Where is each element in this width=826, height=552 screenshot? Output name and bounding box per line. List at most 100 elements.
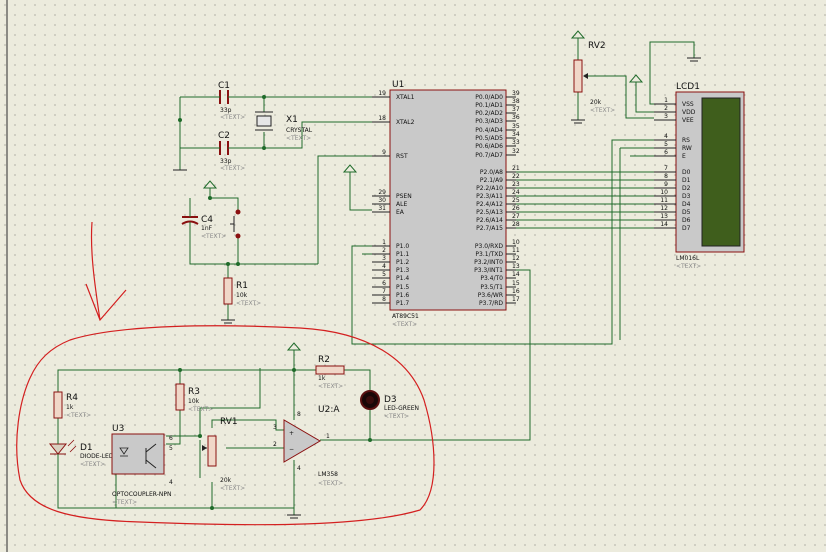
r1-ref: R1 (236, 281, 248, 291)
u1-pin-name: P0.1/AD1 (475, 102, 503, 109)
lcd-screen (701, 97, 741, 247)
u3-ref: U3 (112, 424, 124, 434)
u1-pin-name: XTAL2 (396, 119, 415, 126)
lcd-pin-number: 8 (664, 173, 668, 180)
u1-pin-name: EA (396, 209, 405, 216)
u1-pin-number: 14 (512, 271, 520, 278)
lcd-pin-name: D0 (682, 169, 691, 176)
lcd-pin-number: 6 (664, 149, 668, 156)
d3-text: <TEXT> (384, 413, 409, 420)
c4-text: <TEXT> (201, 233, 226, 240)
d1-ref: D1 (80, 443, 93, 453)
u1-pin-number: 23 (512, 181, 520, 188)
u1-right-pins: 39 P0.0/AD0 38 P0.1/AD1 37 P0.2/AD2 36 P0.3/AD3… (474, 90, 520, 307)
u1-pin-number: 38 (512, 98, 520, 105)
c2-ref: C2 (218, 131, 230, 141)
u2-pin-label: 4 (297, 465, 301, 472)
u1-pin-number: 21 (512, 165, 520, 172)
r1-value: 10k (236, 292, 248, 299)
lcd-pin-name: VSS (682, 101, 694, 108)
u1-pin-name: P0.3/AD3 (475, 118, 503, 125)
u1-pin-number: 31 (378, 205, 386, 212)
u1-pin-name: P2.4/A12 (476, 201, 503, 208)
u1-pin-number: 18 (378, 115, 386, 122)
lcd-pin-name: D5 (682, 209, 691, 216)
u1-microcontroller[interactable]: U1 AT89C51 <TEXT> 19XTAL118XTAL29RST29PS… (372, 80, 520, 328)
rv1-value: 20k (220, 477, 232, 484)
u3-optocoupler[interactable]: U3 OPTOCOUPLER-NPN <TEXT> 6 5 4 (111, 424, 173, 506)
c2-text: <TEXT> (220, 165, 245, 172)
u1-pin-name: P3.2/INT0 (474, 259, 503, 266)
lcd-pin-name: D7 (682, 225, 691, 232)
r4-text: <TEXT> (66, 412, 91, 419)
c1-value: 33p (220, 107, 232, 114)
u1-pin-number: 39 (512, 90, 520, 97)
rv2-value: 20k (590, 99, 602, 106)
lcd-pin-name: E (682, 153, 686, 160)
u1-pin-name: P1.1 (396, 251, 409, 258)
d3-value: LED-GREEN (384, 405, 419, 412)
u1-ref: U1 (392, 80, 404, 90)
u1-pin-name: P2.5/A13 (476, 209, 503, 216)
rv2-ref: RV2 (588, 41, 606, 51)
u1-pin-name: P0.0/AD0 (475, 94, 503, 101)
u1-pin-number: 35 (512, 123, 520, 130)
u1-pin-name: P3.4/T0 (480, 275, 503, 282)
lcd-pin-name: VEE (682, 117, 694, 124)
u1-pin-name: P3.7/RD (479, 300, 503, 307)
c2-value: 33p (220, 158, 232, 165)
u1-pin-number: 26 (512, 205, 520, 212)
r1-text: <TEXT> (236, 300, 261, 307)
lcd-pin-number: 1 (664, 97, 668, 104)
x1-text: <TEXT> (286, 135, 311, 142)
u1-pin-name: P0.6/AD6 (475, 143, 503, 150)
lcd-text: <TEXT> (676, 263, 701, 270)
u1-pin-number: 10 (512, 239, 520, 246)
u3-text: <TEXT> (112, 499, 137, 506)
u1-pin-number: 17 (512, 296, 520, 303)
lcd-pin-number: 7 (664, 165, 668, 172)
u1-pin-name: P3.5/T1 (480, 284, 503, 291)
u1-pin-name: P1.7 (396, 300, 409, 307)
r4-ref: R4 (66, 393, 78, 403)
x1-value: CRYSTAL (286, 127, 313, 134)
u1-pin-name: P2.6/A14 (476, 217, 503, 224)
r4-value: 1k (66, 404, 74, 411)
u1-pin-name: P3.1/TXD (475, 251, 503, 258)
u1-pin-name: P0.7/AD7 (475, 152, 503, 159)
u1-pin-number: 16 (512, 288, 520, 295)
d1-value: DIODE-LED (80, 453, 114, 460)
rv1-text: <TEXT> (220, 485, 245, 492)
r2-value: 1k (318, 375, 326, 382)
u1-pin-name: P2.1/A9 (480, 177, 503, 184)
u1-pin-number: 12 (512, 255, 520, 262)
u1-pin-name: P2.7/A15 (476, 225, 503, 232)
u1-pin-number: 27 (512, 213, 520, 220)
lcd-pin-number: 13 (660, 213, 668, 220)
u1-pin-number: 5 (382, 271, 386, 278)
u1-pin-name: P1.6 (396, 292, 409, 299)
u2-ref: U2:A (318, 405, 340, 415)
u1-pin-name: P2.2/A10 (476, 185, 503, 192)
lcd-pin-number: 14 (660, 221, 668, 228)
r3-ref: R3 (188, 387, 200, 397)
schematic-sheet: U1 AT89C51 <TEXT> 19XTAL118XTAL29RST29PS… (0, 0, 826, 552)
svg-text:+: + (289, 430, 294, 437)
u1-pin-number: 36 (512, 114, 520, 121)
svg-text:−: − (289, 446, 294, 453)
u1-pin-number: 1 (382, 239, 386, 246)
u1-pin-number: 19 (378, 90, 386, 97)
u1-pin-number: 8 (382, 296, 386, 303)
u1-pin-number: 25 (512, 197, 520, 204)
r2-text: <TEXT> (318, 383, 343, 390)
u1-pin-name: P1.5 (396, 284, 409, 291)
lcd-pin-name: RW (682, 145, 692, 152)
lcd-pin-name: D4 (682, 201, 691, 208)
r3-text: <TEXT> (188, 406, 213, 413)
lcd-pin-name: D1 (682, 177, 691, 184)
u1-pin-number: 28 (512, 221, 520, 228)
x1-ref: X1 (286, 115, 298, 125)
lcd-pin-number: 10 (660, 189, 668, 196)
u1-pin-name: P3.6/WR (478, 292, 503, 299)
u1-pin-number: 3 (382, 255, 386, 262)
